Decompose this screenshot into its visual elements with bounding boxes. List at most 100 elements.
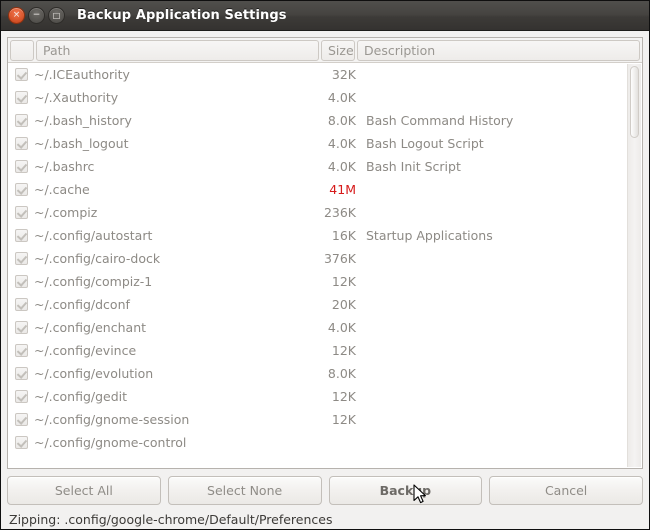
row-path: ~/.config/gnome-control: [34, 435, 315, 450]
row-checkbox[interactable]: [8, 321, 34, 334]
list-rows: ~/.ICEauthority32K~/.Xauthority4.0K~/.ba…: [8, 63, 627, 468]
row-size: 12K: [315, 412, 358, 427]
table-row[interactable]: ~/.compiz236K: [8, 201, 627, 224]
table-row[interactable]: ~/.config/dconf20K: [8, 293, 627, 316]
checkmark-icon: [15, 114, 28, 127]
close-icon: ×: [9, 8, 24, 23]
row-path: ~/.config/gedit: [34, 389, 315, 404]
minimize-window-button[interactable]: −: [28, 7, 45, 24]
checkmark-icon: [15, 275, 28, 288]
close-window-button[interactable]: ×: [8, 7, 25, 24]
row-path: ~/.ICEauthority: [34, 67, 315, 82]
table-row[interactable]: ~/.config/compiz-112K: [8, 270, 627, 293]
row-checkbox[interactable]: [8, 413, 34, 426]
status-text: Zipping: .config/google-chrome/Default/P…: [7, 511, 643, 530]
checkmark-icon: [15, 436, 28, 449]
row-checkbox[interactable]: [8, 68, 34, 81]
row-path: ~/.cache: [34, 182, 315, 197]
row-path: ~/.Xauthority: [34, 90, 315, 105]
titlebar: × − □ Backup Application Settings: [1, 1, 649, 31]
checkmark-icon: [15, 298, 28, 311]
table-row[interactable]: ~/.config/gnome-control: [8, 431, 627, 454]
row-path: ~/.bash_logout: [34, 136, 315, 151]
file-list: Path Size Description ~/.ICEauthority32K…: [7, 37, 643, 469]
table-row[interactable]: ~/.config/cairo-dock376K: [8, 247, 627, 270]
row-path: ~/.compiz: [34, 205, 315, 220]
row-size: 8.0K: [315, 113, 358, 128]
window-title: Backup Application Settings: [77, 8, 287, 23]
row-checkbox[interactable]: [8, 137, 34, 150]
row-checkbox[interactable]: [8, 183, 34, 196]
row-checkbox[interactable]: [8, 390, 34, 403]
list-header: Path Size Description: [8, 38, 642, 63]
table-row[interactable]: ~/.config/evolution8.0K: [8, 362, 627, 385]
row-size: 20K: [315, 297, 358, 312]
row-checkbox[interactable]: [8, 298, 34, 311]
table-row[interactable]: ~/.config/evince12K: [8, 339, 627, 362]
table-row[interactable]: ~/.cache41M: [8, 178, 627, 201]
row-path: ~/.config/enchant: [34, 320, 315, 335]
row-checkbox[interactable]: [8, 206, 34, 219]
row-path: ~/.config/dconf: [34, 297, 315, 312]
button-row: Select All Select None Backup Cancel: [7, 469, 643, 511]
checkmark-icon: [15, 321, 28, 334]
checkmark-icon: [15, 367, 28, 380]
table-row[interactable]: ~/.config/gedit12K: [8, 385, 627, 408]
column-header-description[interactable]: Description: [357, 40, 640, 61]
list-scrollbar[interactable]: [627, 64, 641, 467]
table-row[interactable]: ~/.bash_history8.0KBash Command History: [8, 109, 627, 132]
row-size: 4.0K: [315, 90, 358, 105]
row-size: 12K: [315, 389, 358, 404]
select-all-button[interactable]: Select All: [7, 476, 161, 505]
row-path: ~/.config/autostart: [34, 228, 315, 243]
checkmark-icon: [15, 137, 28, 150]
column-header-path[interactable]: Path: [36, 40, 319, 61]
table-row[interactable]: ~/.Xauthority4.0K: [8, 86, 627, 109]
dialog-body: Path Size Description ~/.ICEauthority32K…: [1, 31, 649, 530]
row-path: ~/.bashrc: [34, 159, 315, 174]
maximize-icon: □: [49, 8, 64, 23]
row-size: 4.0K: [315, 136, 358, 151]
table-row[interactable]: ~/.bash_logout4.0KBash Logout Script: [8, 132, 627, 155]
row-path: ~/.bash_history: [34, 113, 315, 128]
row-size: 16K: [315, 228, 358, 243]
checkmark-icon: [15, 229, 28, 242]
row-checkbox[interactable]: [8, 252, 34, 265]
scrollbar-thumb[interactable]: [630, 66, 639, 138]
row-checkbox[interactable]: [8, 367, 34, 380]
column-header-checkbox[interactable]: [10, 40, 34, 61]
row-checkbox[interactable]: [8, 91, 34, 104]
row-checkbox[interactable]: [8, 275, 34, 288]
row-path: ~/.config/gnome-session: [34, 412, 315, 427]
row-size: 236K: [315, 205, 358, 220]
row-checkbox[interactable]: [8, 114, 34, 127]
backup-button[interactable]: Backup: [329, 476, 483, 505]
column-header-size[interactable]: Size: [321, 40, 355, 61]
row-checkbox[interactable]: [8, 160, 34, 173]
table-row[interactable]: ~/.ICEauthority32K: [8, 63, 627, 86]
checkmark-icon: [15, 344, 28, 357]
table-row[interactable]: ~/.config/enchant4.0K: [8, 316, 627, 339]
checkmark-icon: [15, 390, 28, 403]
row-size: 12K: [315, 274, 358, 289]
row-checkbox[interactable]: [8, 344, 34, 357]
maximize-window-button[interactable]: □: [48, 7, 65, 24]
table-row[interactable]: ~/.config/autostart16KStartup Applicatio…: [8, 224, 627, 247]
row-checkbox[interactable]: [8, 229, 34, 242]
row-size: 32K: [315, 67, 358, 82]
cancel-button[interactable]: Cancel: [489, 476, 643, 505]
row-description: Bash Init Script: [358, 159, 627, 174]
select-none-button[interactable]: Select None: [168, 476, 322, 505]
row-checkbox[interactable]: [8, 436, 34, 449]
row-description: Bash Logout Script: [358, 136, 627, 151]
table-row[interactable]: ~/.bashrc4.0KBash Init Script: [8, 155, 627, 178]
row-path: ~/.config/evolution: [34, 366, 315, 381]
checkmark-icon: [15, 413, 28, 426]
row-description: Bash Command History: [358, 113, 627, 128]
table-row[interactable]: ~/.config/gnome-session12K: [8, 408, 627, 431]
row-description: Startup Applications: [358, 228, 627, 243]
row-size: 8.0K: [315, 366, 358, 381]
row-path: ~/.config/cairo-dock: [34, 251, 315, 266]
checkmark-icon: [15, 252, 28, 265]
checkmark-icon: [15, 91, 28, 104]
